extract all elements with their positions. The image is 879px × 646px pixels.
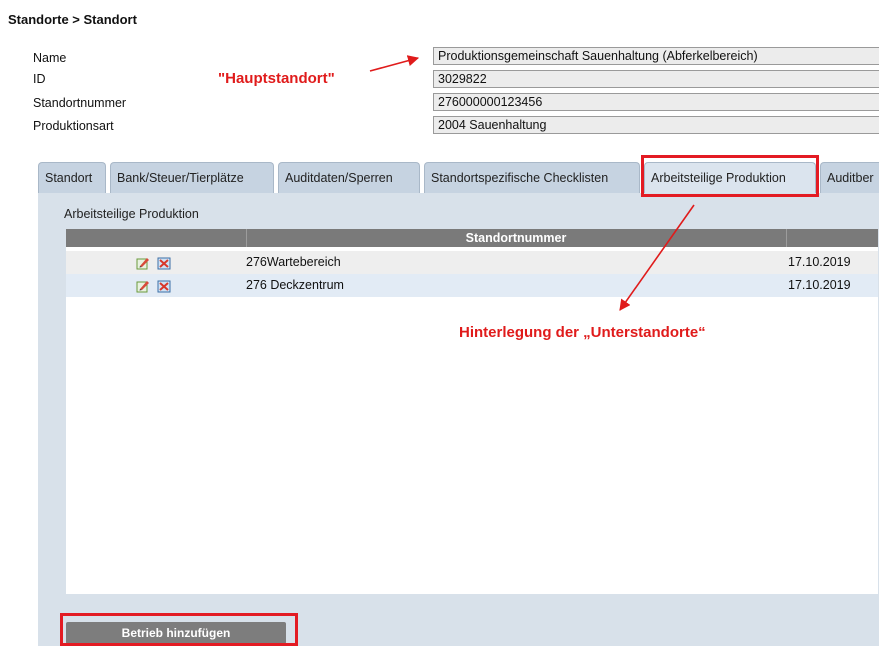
arrow-to-name-field — [369, 55, 420, 72]
annotation-arrows — [369, 55, 695, 311]
arrow-from-tab — [619, 204, 695, 311]
